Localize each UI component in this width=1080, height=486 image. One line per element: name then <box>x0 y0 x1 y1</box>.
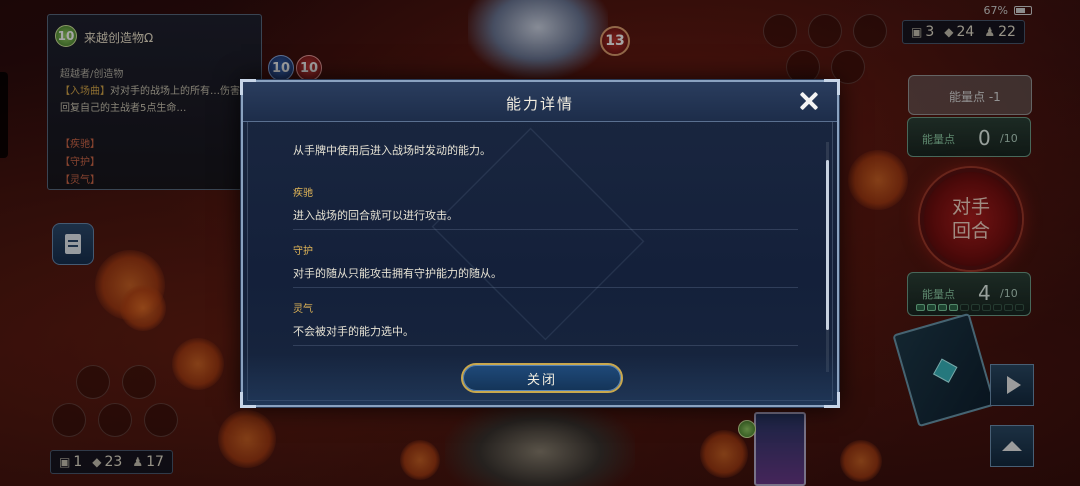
keyword-title: 疾驰 <box>293 188 313 199</box>
keyword-entry: 疾驰 进入战场的回合就可以进行攻击。 <box>293 184 798 230</box>
keyword-title: 守护 <box>293 246 313 257</box>
scrollbar-thumb[interactable] <box>826 160 829 330</box>
keyword-description: 不会被对手的能力选中。 <box>293 323 798 346</box>
dialog-scrollbar[interactable] <box>826 142 829 372</box>
keyword-title: 灵气 <box>293 304 313 315</box>
keyword-entry: 灵气 不会被对手的能力选中。 <box>293 300 798 346</box>
keyword-entry: 守护 对手的随从只能攻击拥有守护能力的随从。 <box>293 242 798 288</box>
dialog-title: 能力详情 <box>505 95 574 113</box>
ability-details-dialog: 能力详情 从手牌中使用后进入战场时发动的能力。 疾驰 进入战场的回合就可以进行攻… <box>240 79 840 408</box>
close-icon[interactable] <box>797 89 821 113</box>
dialog-body[interactable]: 从手牌中使用后进入战场时发动的能力。 疾驰 进入战场的回合就可以进行攻击。 守护… <box>243 124 837 354</box>
keyword-description: 进入战场的回合就可以进行攻击。 <box>293 207 798 230</box>
ability-intro-text: 从手牌中使用后进入战场时发动的能力。 <box>293 144 491 157</box>
close-button[interactable]: 关闭 <box>461 363 623 393</box>
dialog-header: 能力详情 <box>243 82 837 122</box>
dialog-footer: 关闭 <box>243 353 837 405</box>
keyword-description: 对手的随从只能攻击拥有守护能力的随从。 <box>293 265 798 288</box>
